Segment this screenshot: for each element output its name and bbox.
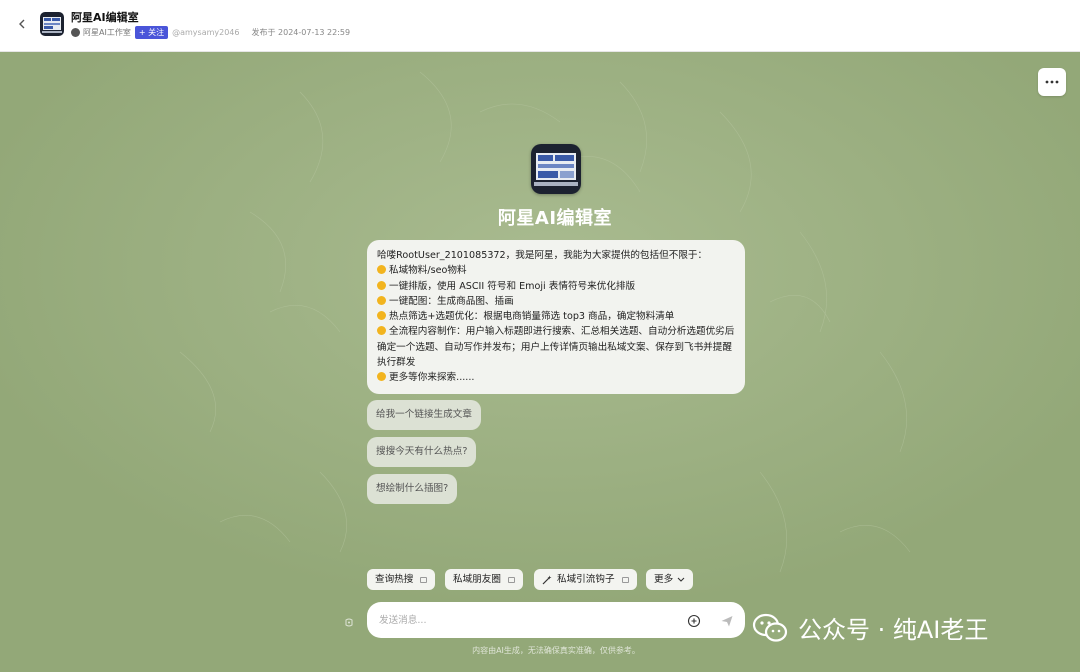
send-button[interactable] <box>720 613 734 627</box>
chevron-down-icon <box>677 577 685 582</box>
list-item: 一键配图：生成商品图、插画 <box>377 294 735 309</box>
ai-disclaimer: 内容由AI生成，无法确保真实准确，仅供参考。 <box>472 646 640 655</box>
chip-label: 私域朋友圈 <box>453 574 501 585</box>
author-name[interactable]: 阿星AI工作室 <box>83 27 131 38</box>
page-title: 阿星AI编辑室 <box>71 11 139 24</box>
shortcut-chip-hot-search[interactable]: 查询热搜 <box>367 569 436 590</box>
list-item: 更多等你来探索...... <box>377 370 735 385</box>
bot-message: 哈喽RootUser_2101085372，我是阿星，我能为大家提供的包括但不限… <box>367 240 745 394</box>
wechat-watermark: 公众号 · 纯AI老王 <box>752 610 988 645</box>
smile-emoji-icon <box>377 326 386 336</box>
suggestion-button[interactable]: 给我一个链接生成文章 <box>367 400 481 430</box>
shortcut-chip-moments[interactable]: 私域朋友圈 <box>445 569 523 590</box>
follow-button[interactable]: + 关注 <box>134 26 169 39</box>
grin-emoji-icon <box>377 372 386 382</box>
list-item: 热点筛选+选题优化：根据电商销量筛选 top3 商品，确定物料清单 <box>377 309 735 324</box>
list-item: 一键排版，使用 ASCII 符号和 Emoji 表情符号来优化排版 <box>377 279 735 294</box>
bot-name: 阿星AI编辑室 <box>497 208 613 229</box>
send-icon <box>721 616 733 627</box>
plus-circle-icon <box>687 614 701 628</box>
author-avatar <box>71 28 80 37</box>
bot-avatar <box>531 144 581 194</box>
smile-emoji-icon <box>377 280 386 290</box>
message-composer <box>367 602 745 638</box>
smile-emoji-icon <box>377 295 386 305</box>
smile-emoji-icon <box>377 265 386 275</box>
publish-date: 发布于 2024-07-13 22:59 <box>251 28 351 37</box>
card-icon <box>507 576 515 583</box>
watermark-text: 公众号 · 纯AI老王 <box>798 616 989 644</box>
clear-context-button[interactable] <box>343 614 355 627</box>
top-bar: 阿星AI编辑室 阿星AI工作室 + 关注 @amysamy2046 发布于 20… <box>0 0 1080 52</box>
more-options-button[interactable] <box>1038 68 1066 96</box>
suggestion-button[interactable]: 搜搜今天有什么热点? <box>367 437 477 467</box>
chip-label: 私域引流钩子 <box>557 574 615 585</box>
list-item: 全流程内容制作：用户输入标题即进行搜索、汇总相关选题、自动分析选题优劣后确定一个… <box>377 326 735 369</box>
wand-icon <box>542 575 552 584</box>
author-handle: @amysamy2046 <box>172 28 240 37</box>
wechat-icon <box>752 613 788 642</box>
bot-avatar-small[interactable] <box>40 12 64 36</box>
chip-label: 查询热搜 <box>375 574 414 585</box>
card-icon <box>420 576 428 583</box>
suggestion-button[interactable]: 想绘制什么插图? <box>367 474 458 504</box>
message-input[interactable] <box>379 611 669 629</box>
more-shortcuts-button[interactable]: 更多 <box>646 569 694 590</box>
list-item: 私域物料/seo物料 <box>377 263 735 278</box>
shortcut-chip-hook[interactable]: 私域引流钩子 <box>534 569 637 590</box>
chevron-left-icon <box>19 19 25 29</box>
chip-label: 更多 <box>654 574 674 585</box>
attach-button[interactable] <box>687 613 701 628</box>
broom-icon <box>345 618 353 627</box>
smile-emoji-icon <box>377 311 386 321</box>
message-greeting: 哈喽RootUser_2101085372，我是阿星，我能为大家提供的包括但不限… <box>377 250 708 261</box>
back-button[interactable] <box>12 14 32 34</box>
ellipsis-icon <box>1045 80 1059 84</box>
card-icon <box>621 576 629 583</box>
author-meta: 阿星AI工作室 + 关注 @amysamy2046 发布于 2024-07-13… <box>71 26 350 39</box>
